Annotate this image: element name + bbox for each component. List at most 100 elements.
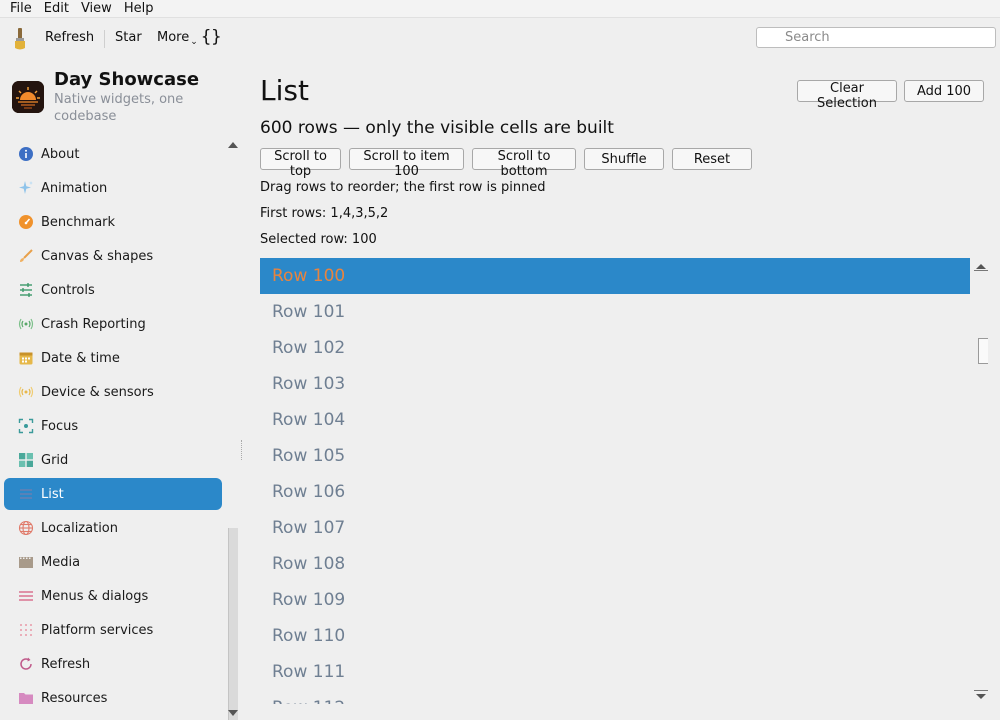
first-rows-readout: First rows: 1,4,3,5,2 — [260, 206, 389, 221]
sidebar-item-crash-reporting[interactable]: Crash Reporting — [4, 308, 222, 340]
sidebar-item-label: About — [41, 146, 80, 162]
main-content: List Clear Selection Add 100 600 rows — … — [260, 60, 990, 720]
sparkle-icon — [18, 180, 34, 196]
sidebar-item-label: Focus — [41, 418, 79, 434]
search-input[interactable] — [756, 27, 996, 48]
menu-edit[interactable]: Edit — [38, 0, 75, 17]
grid-icon — [18, 452, 34, 468]
gauge-icon — [18, 214, 34, 230]
sidebar-item-device-sensors[interactable]: Device & sensors — [4, 376, 222, 408]
list-row[interactable]: Row 104 — [260, 402, 970, 438]
sidebar-item-controls[interactable]: Controls — [4, 274, 222, 306]
sidebar-item-label: Crash Reporting — [41, 316, 146, 332]
sidebar-item-label: Grid — [41, 452, 69, 468]
sidebar-item-label: Device & sensors — [41, 384, 154, 400]
scroll-to-bottom-button[interactable]: Scroll to bottom — [472, 148, 576, 179]
refresh-button[interactable]: Refresh — [45, 30, 94, 45]
sidebar-item-date-time[interactable]: Date & time — [4, 342, 222, 374]
scroll-down-line — [974, 690, 988, 691]
sidebar-item-animation[interactable]: Animation — [4, 172, 222, 204]
sensor-icon — [18, 384, 34, 400]
sidebar: Day Showcase Native widgets, one codebas… — [0, 60, 243, 720]
list-row[interactable]: Row 109 — [260, 582, 970, 618]
reorder-hint: Drag rows to reorder; the first row is p… — [260, 180, 546, 195]
list-row[interactable]: Row 101 — [260, 294, 970, 330]
sidebar-item-benchmark[interactable]: Benchmark — [4, 206, 222, 238]
scroll-up-line — [974, 270, 988, 271]
scroll-down-arrow-icon[interactable] — [228, 710, 238, 716]
menu-bar: File Edit View Help — [0, 0, 1000, 18]
sidebar-item-focus[interactable]: Focus — [4, 410, 222, 442]
list-row[interactable]: Row 106 — [260, 474, 970, 510]
sidebar-item-resources[interactable]: Resources — [4, 682, 222, 714]
sliders-icon — [18, 282, 34, 298]
sidebar-item-label: Benchmark — [41, 214, 116, 230]
list-row[interactable]: Row 103 — [260, 366, 970, 402]
sidebar-item-label: Refresh — [41, 656, 91, 672]
scroll-to-item-button[interactable]: Scroll to item 100 — [349, 148, 464, 179]
shuffle-button[interactable]: Shuffle — [584, 148, 664, 170]
clear-selection-button[interactable]: Clear Selection — [797, 80, 897, 111]
add-100-button[interactable]: Add 100 — [904, 80, 984, 102]
info-icon — [18, 146, 34, 162]
sidebar-item-list[interactable]: List — [4, 478, 222, 510]
toolbar: Refresh Star More⌄ {} — [0, 19, 1000, 59]
broadcast-icon — [18, 316, 34, 332]
app-title: Day Showcase — [54, 69, 200, 90]
list-row[interactable]: Row 112 — [260, 690, 970, 704]
more-button[interactable]: More⌄ — [157, 30, 198, 47]
sidebar-item-platform-services[interactable]: Platform services — [4, 614, 222, 646]
menu-help[interactable]: Help — [118, 0, 160, 17]
list-row[interactable]: Row 108 — [260, 546, 970, 582]
sidebar-item-media[interactable]: Media — [4, 546, 222, 578]
scroll-up-arrow-icon[interactable] — [976, 264, 986, 269]
star-button[interactable]: Star — [115, 30, 142, 45]
menu-view[interactable]: View — [75, 0, 118, 17]
list-scroll-thumb[interactable] — [978, 338, 988, 364]
focus-icon — [18, 418, 34, 434]
globe-icon — [18, 520, 34, 536]
list-row[interactable]: Row 107 — [260, 510, 970, 546]
scroll-to-top-button[interactable]: Scroll to top — [260, 148, 341, 179]
sidebar-item-localization[interactable]: Localization — [4, 512, 222, 544]
sidebar-item-label: Localization — [41, 520, 118, 536]
refresh-icon — [18, 656, 34, 672]
scroll-down-arrow-icon[interactable] — [976, 694, 986, 699]
list-row[interactable]: Row 105 — [260, 438, 970, 474]
calendar-icon — [18, 350, 34, 366]
selected-row-readout: Selected row: 100 — [260, 232, 377, 247]
sidebar-item-label: Controls — [41, 282, 95, 298]
sidebar-item-label: List — [41, 486, 64, 502]
scroll-up-arrow-icon[interactable] — [228, 142, 238, 148]
sidebar-scroll-thumb[interactable] — [228, 528, 238, 720]
menu-file[interactable]: File — [4, 0, 38, 17]
sidebar-item-refresh[interactable]: Refresh — [4, 648, 222, 680]
sidebar-scrollbar[interactable] — [226, 138, 240, 720]
sidebar-item-label: Date & time — [41, 350, 120, 366]
sidebar-nav: About Animation Benchmark Canvas & shape… — [4, 138, 222, 716]
sidebar-item-label: Platform services — [41, 622, 154, 638]
brush-icon — [18, 248, 34, 264]
brush-app-icon[interactable] — [12, 27, 28, 51]
list-row[interactable]: Row 110 — [260, 618, 970, 654]
list-scrollbar[interactable] — [970, 258, 990, 704]
sidebar-item-canvas[interactable]: Canvas & shapes — [4, 240, 222, 272]
sidebar-item-about[interactable]: About — [4, 138, 222, 170]
list-row[interactable]: Row 102 — [260, 330, 970, 366]
sidebar-item-label: Animation — [41, 180, 108, 196]
list-icon — [18, 486, 34, 502]
braces-button[interactable]: {} — [201, 27, 221, 47]
sidebar-item-menus-dialogs[interactable]: Menus & dialogs — [4, 580, 222, 612]
list-row[interactable]: Row 100 — [260, 258, 970, 294]
toolbar-separator — [104, 30, 105, 48]
list-row[interactable]: Row 111 — [260, 654, 970, 690]
sunrise-logo-icon — [12, 81, 44, 113]
sidebar-item-label: Resources — [41, 690, 108, 706]
pane-splitter-handle[interactable] — [241, 440, 243, 460]
reset-button[interactable]: Reset — [672, 148, 752, 170]
sidebar-item-grid[interactable]: Grid — [4, 444, 222, 476]
dots-grid-icon — [18, 622, 34, 638]
sidebar-item-label: Canvas & shapes — [41, 248, 154, 264]
sidebar-item-label: Media — [41, 554, 81, 570]
folder-icon — [18, 690, 34, 706]
